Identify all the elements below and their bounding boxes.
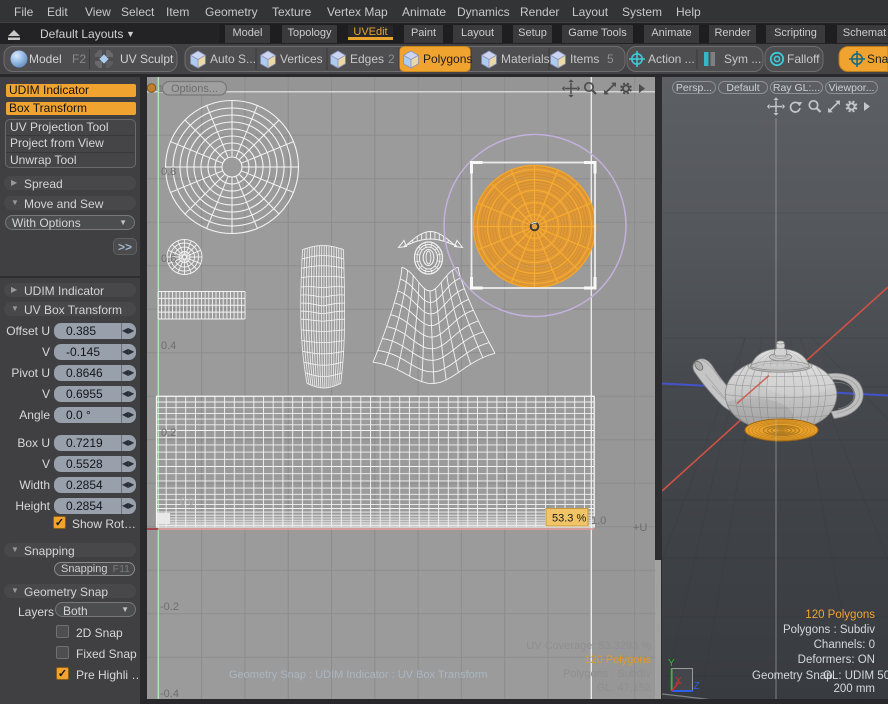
svg-text:0.6: 0.6 — [161, 253, 176, 265]
svg-text:0.4: 0.4 — [161, 340, 176, 352]
svg-text:Y: Y — [668, 658, 675, 669]
svg-text:0 0: 0 0 — [180, 497, 194, 508]
svg-text:1.0: 1.0 — [591, 515, 606, 527]
svg-text:+U: +U — [633, 522, 647, 534]
svg-text:0.2: 0.2 — [161, 427, 176, 439]
svg-text:0.8: 0.8 — [161, 166, 176, 178]
svg-text:-0.2: -0.2 — [160, 601, 179, 613]
svg-text:X: X — [675, 676, 682, 687]
svg-text:Options...: Options... — [171, 83, 218, 95]
svg-text:53.3 %: 53.3 % — [552, 513, 586, 525]
svg-text:Z: Z — [694, 681, 700, 692]
